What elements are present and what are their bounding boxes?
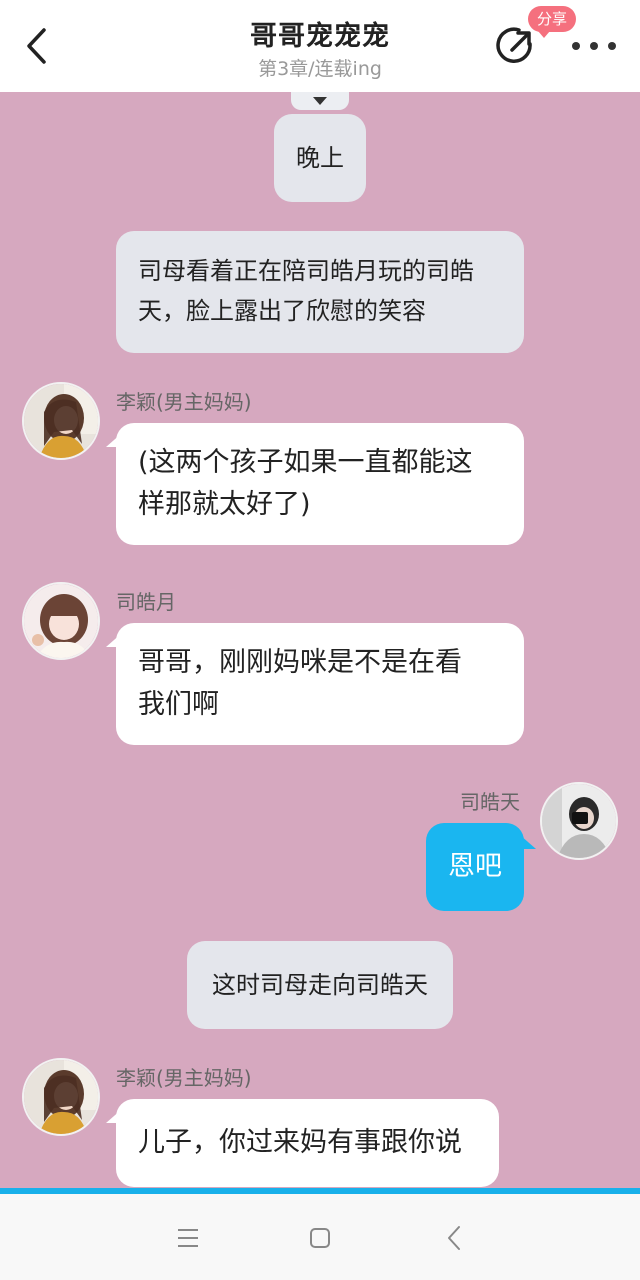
system-nav-bar (0, 1194, 640, 1280)
narration-bubble: 晚上 (274, 114, 366, 202)
triangle-down-icon (313, 97, 327, 105)
message-bubble: 恩吧 (426, 823, 536, 911)
narration-bubble: 这时司母走向司皓天 (187, 941, 453, 1029)
nav-back-button[interactable] (434, 1218, 474, 1258)
sender-name: 李颖(男主妈妈) (116, 390, 252, 414)
top-bar: 哥哥宠宠宠 第3章/连载ing 分享 (0, 0, 640, 92)
back-triangle-icon (448, 1226, 460, 1250)
share-button[interactable] (494, 24, 538, 68)
collapse-toggle[interactable] (291, 92, 349, 110)
message-bubble: 哥哥，刚刚妈咪是不是在看 我们啊 (106, 623, 524, 745)
share-badge: 分享 (528, 6, 577, 38)
more-dots-icon (572, 42, 580, 50)
share-icon (496, 27, 532, 63)
sender-name: 司皓月 (116, 590, 176, 614)
more-options-button[interactable] (572, 32, 616, 60)
avatar[interactable] (540, 782, 618, 860)
sender-name: 司皓天 (460, 790, 520, 814)
avatar[interactable] (22, 1058, 100, 1136)
avatar[interactable] (22, 582, 100, 660)
sender-name: 李颖(男主妈妈) (116, 1066, 252, 1090)
menu-button[interactable] (168, 1218, 208, 1258)
message-bubble: (这两个孩子如果一直都能这 样那就太好了) (106, 423, 524, 545)
message-bubble: 儿子，你过来妈有事跟你说 (106, 1099, 499, 1187)
avatar[interactable] (22, 382, 100, 460)
home-button[interactable] (300, 1218, 340, 1258)
narration-bubble: 司母看着正在陪司皓月玩的司皓 天，脸上露出了欣慰的笑容 (116, 231, 524, 353)
home-square-icon (310, 1228, 330, 1248)
menu-icon (178, 1229, 198, 1247)
chapter-subtitle: 第3章/连载ing (258, 58, 382, 80)
